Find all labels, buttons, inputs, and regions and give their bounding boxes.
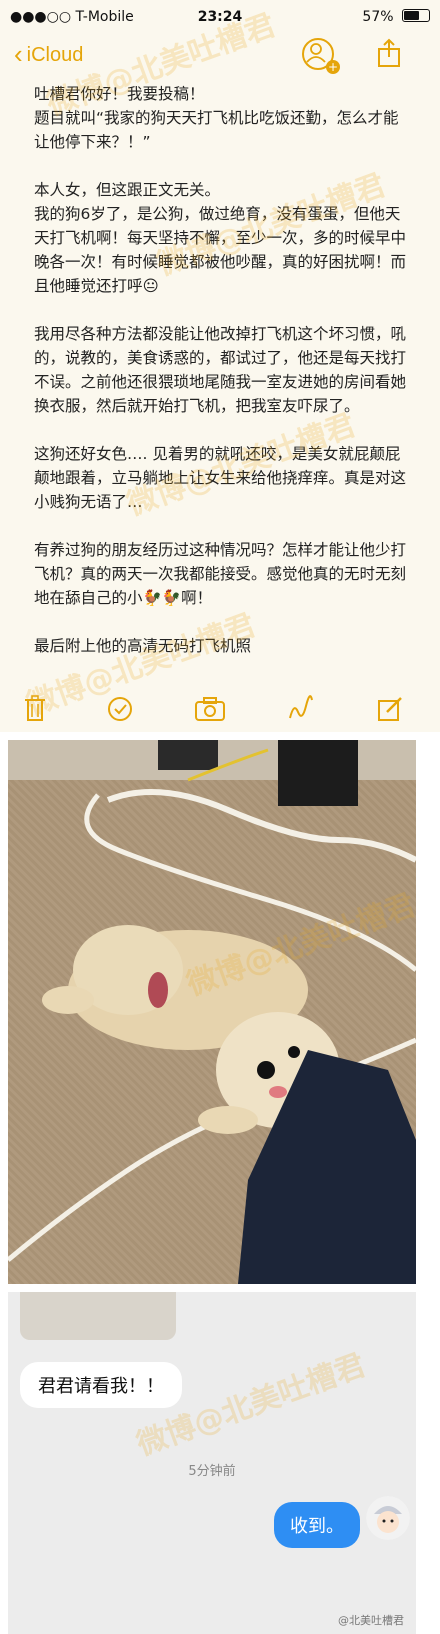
avatar[interactable] <box>366 1496 410 1540</box>
sketch-icon[interactable] <box>286 694 314 724</box>
weibo-credit: @北美吐槽君 <box>338 1614 404 1627</box>
bottom-toolbar <box>0 690 440 730</box>
battery-icon <box>402 9 430 22</box>
back-label: iCloud <box>26 44 84 66</box>
outgoing-message: 收到。 <box>274 1502 360 1548</box>
incoming-message: 君君请看我！！ <box>20 1362 182 1408</box>
trash-icon[interactable] <box>22 694 48 724</box>
share-icon[interactable] <box>376 38 402 68</box>
battery-percent: 57% <box>362 9 394 25</box>
plus-badge: + <box>326 60 340 74</box>
status-bar: ●●●○○ T-Mobile 23:24 57% <box>0 0 440 34</box>
compose-icon[interactable] <box>376 694 404 724</box>
status-right: 57% <box>362 9 430 25</box>
notes-screen: ●●●○○ T-Mobile 23:24 57% ‹ iCloud + 吐槽君你好… <box>0 0 440 732</box>
dog-illustration <box>8 740 416 1284</box>
nav-bar: ‹ iCloud + <box>0 34 440 74</box>
avatar-character-icon <box>366 1496 410 1540</box>
back-button[interactable]: ‹ iCloud <box>14 39 83 70</box>
add-person-icon[interactable]: + <box>302 38 340 74</box>
photo-thumbnail[interactable] <box>20 1292 176 1340</box>
message-timestamp: 5分钟前 <box>188 1464 236 1479</box>
dog-photo <box>8 740 416 1284</box>
note-body[interactable]: 吐槽君你好！我要投稿！ 题目就叫“我家的狗天天打飞机比吃饭还勤，怎么才能让他停下… <box>34 82 406 658</box>
checklist-icon[interactable] <box>106 694 134 724</box>
back-chevron-icon: ‹ <box>14 39 23 69</box>
chat-screen: 君君请看我！！ 5分钟前 收到。 @北美吐槽君 <box>8 1292 416 1634</box>
camera-icon[interactable] <box>194 694 226 724</box>
